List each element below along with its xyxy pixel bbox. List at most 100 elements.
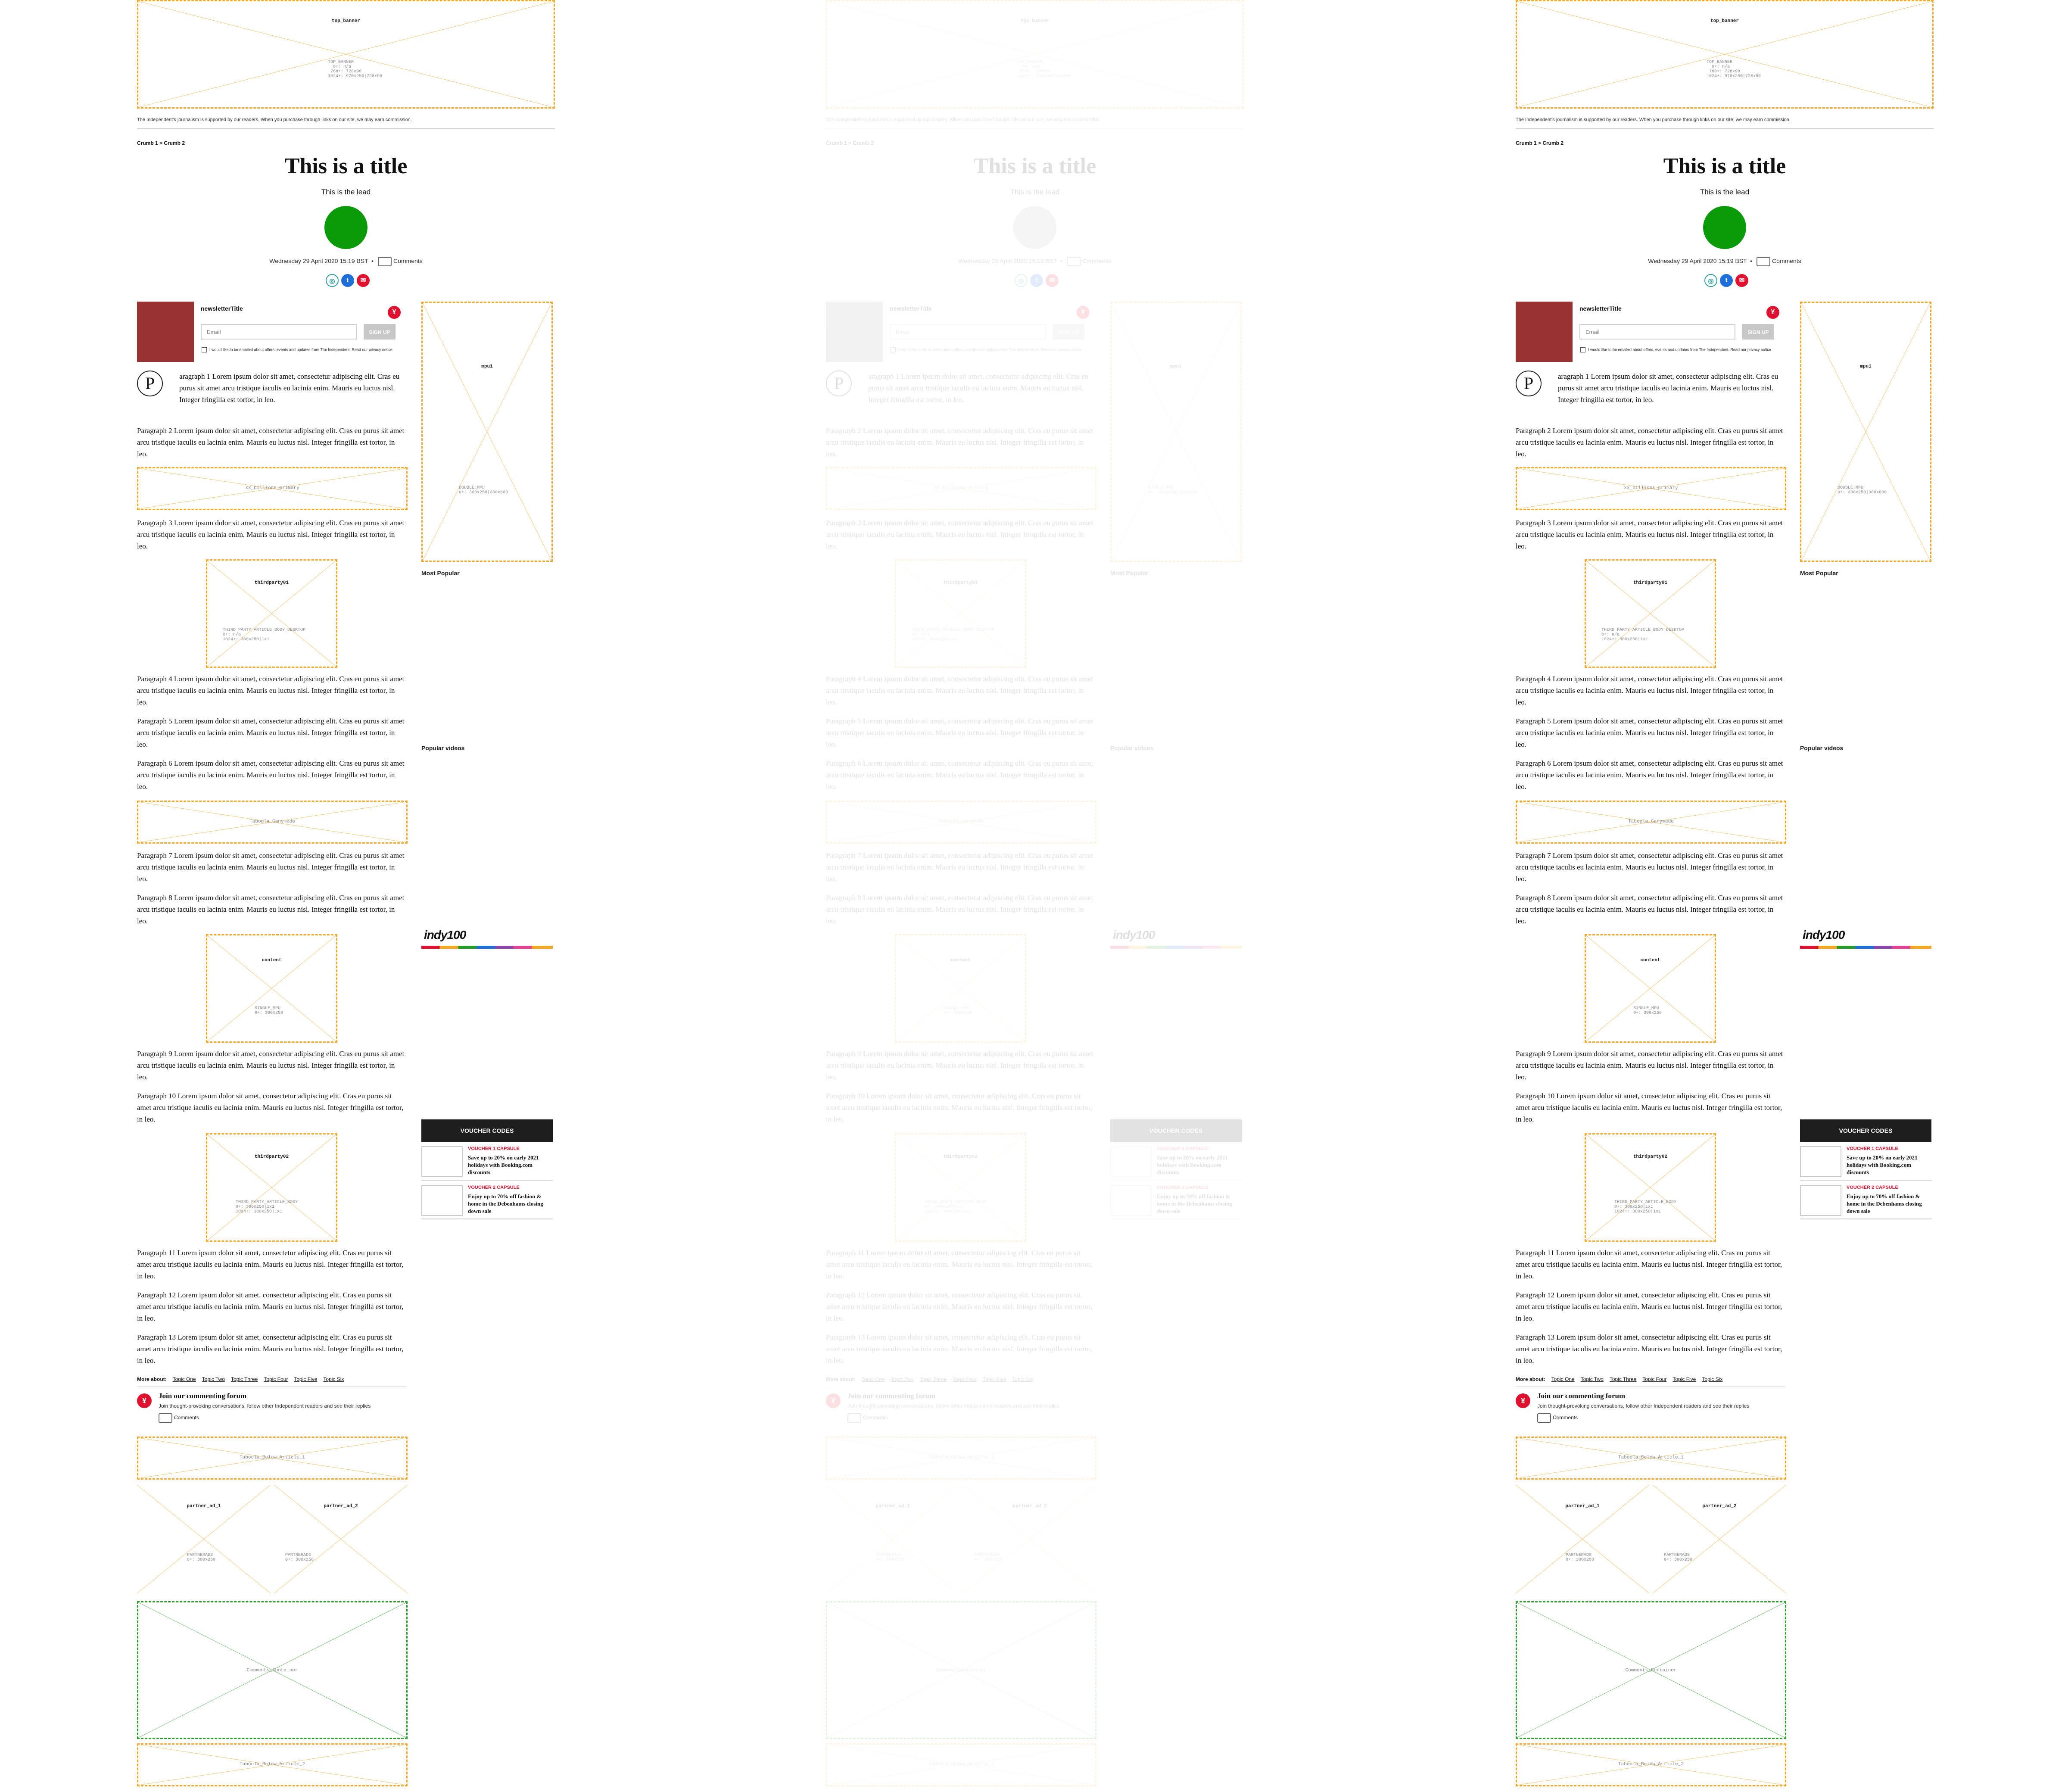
indy100-wordmark: indy100: [424, 928, 466, 941]
email-field[interactable]: [201, 324, 357, 340]
consent-checkbox-row[interactable]: I would like to be emailed about offers,…: [891, 347, 1081, 352]
paragraph: Paragraph 6 Lorem ipsum dolor sit amet, …: [1516, 759, 1783, 791]
breadcrumb[interactable]: Crumb 1 > Crumb 2: [137, 140, 185, 146]
voucher-item[interactable]: VOUCHER 2 CAPSULE Enjoy up to 70% off fas…: [421, 1181, 553, 1219]
voucher-description[interactable]: Save up to 20% on early 2021 holidays wi…: [1157, 1154, 1241, 1176]
voucher-description[interactable]: Enjoy up to 70% off fashion & home in th…: [1157, 1193, 1241, 1215]
topic-link[interactable]: Topic Three: [231, 1376, 258, 1382]
independent-logo-icon: ¥: [1516, 1393, 1530, 1408]
voucher-description[interactable]: Save up to 20% on early 2021 holidays wi…: [1847, 1154, 1931, 1176]
topic-link[interactable]: Topic Three: [920, 1376, 947, 1382]
signup-button[interactable]: SIGN UP: [1053, 324, 1084, 340]
forum-comments-link[interactable]: Comments: [1537, 1413, 1578, 1423]
topic-link[interactable]: Topic Two: [1581, 1376, 1604, 1382]
taboola-ad: Taboola_Below_Article_2: [826, 1743, 1096, 1786]
consent-checkbox[interactable]: [891, 347, 896, 352]
more-about-label: More about:: [1516, 1376, 1545, 1382]
topic-link[interactable]: Topic One: [862, 1376, 885, 1382]
ad-label: top_banner: [1710, 19, 1739, 24]
whatsapp-icon[interactable]: ◎: [1015, 274, 1028, 287]
top-banner-ad: top_banner TOP_BANNER 0+: n/a 768+: 728x9…: [137, 0, 555, 109]
voucher-description[interactable]: Enjoy up to 70% off fashion & home in th…: [1847, 1193, 1931, 1215]
topic-link[interactable]: Topic Six: [323, 1376, 344, 1382]
twitter-icon[interactable]: t: [341, 274, 354, 287]
consent-checkbox[interactable]: [202, 347, 207, 352]
paragraph: Paragraph 6 Lorem ipsum dolor sit amet, …: [826, 759, 1093, 791]
topic-link[interactable]: Topic Two: [891, 1376, 914, 1382]
topic-link[interactable]: Topic Five: [983, 1376, 1006, 1382]
breadcrumb[interactable]: Crumb 1 > Crumb 2: [826, 140, 874, 146]
most-popular-heading: Most Popular: [1110, 570, 1149, 577]
page-lead: This is the lead: [1700, 188, 1750, 196]
topic-link[interactable]: Topic Five: [294, 1376, 317, 1382]
ad-label: thirdparty02: [1633, 1154, 1668, 1159]
voucher-thumbnail: [1800, 1146, 1841, 1177]
ad-label: partner_ad_2: [1012, 1504, 1047, 1509]
topic-link[interactable]: Topic Two: [202, 1376, 225, 1382]
paragraph-text: aragraph 1 Lorem ipsum dolor sit amet, c…: [1558, 372, 1778, 404]
consent-checkbox[interactable]: [1580, 347, 1585, 352]
paragraph: Paragraph 12 Lorem ipsum dolor sit amet,…: [826, 1291, 1093, 1322]
topic-link[interactable]: Topic Four: [264, 1376, 288, 1382]
inline-ad: xx_billions_primary: [137, 467, 408, 510]
comments-icon[interactable]: [378, 257, 392, 266]
email-icon[interactable]: ✉: [1046, 274, 1059, 287]
signup-button[interactable]: SIGN UP: [1742, 324, 1774, 340]
paragraph: Paragraph 7 Lorem ipsum dolor sit amet, …: [1516, 851, 1783, 883]
comments-link[interactable]: Comments: [1082, 258, 1112, 265]
indy100-logo[interactable]: indy100: [421, 928, 553, 949]
comments-icon[interactable]: [1757, 257, 1771, 266]
topic-link[interactable]: Topic Four: [1642, 1376, 1666, 1382]
forum-comments-label: Comments: [863, 1415, 888, 1421]
email-field[interactable]: [890, 324, 1046, 340]
indy100-stripe: [1110, 946, 1242, 949]
forum-subtext: Join thought-provoking conversations, fo…: [159, 1403, 371, 1409]
email-icon[interactable]: ✉: [1735, 274, 1748, 287]
voucher-item[interactable]: VOUCHER 2 CAPSULE Enjoy up to 70% off fas…: [1800, 1181, 1931, 1219]
indy100-logo[interactable]: indy100: [1110, 928, 1242, 949]
voucher-item[interactable]: VOUCHER 2 CAPSULE Enjoy up to 70% off fas…: [1110, 1181, 1242, 1219]
forum-comments-link[interactable]: Comments: [159, 1413, 199, 1423]
topic-link[interactable]: Topic Five: [1672, 1376, 1696, 1382]
comments-link[interactable]: Comments: [393, 258, 423, 265]
indy100-logo[interactable]: indy100: [1800, 928, 1931, 949]
inline-ad: xx_billions_primary: [1516, 467, 1786, 510]
topic-link[interactable]: Topic One: [173, 1376, 196, 1382]
author-avatar[interactable]: [324, 206, 368, 249]
signup-button[interactable]: SIGN UP: [364, 324, 396, 340]
paragraph: Paragraph 2 Lorem ipsum dolor sit amet, …: [826, 427, 1093, 458]
author-avatar[interactable]: [1013, 206, 1056, 249]
voucher-item[interactable]: VOUCHER 1 CAPSULE Save up to 20% on early…: [1800, 1142, 1931, 1181]
whatsapp-icon[interactable]: ◎: [1704, 274, 1717, 287]
topic-link[interactable]: Topic One: [1551, 1376, 1575, 1382]
comments-icon[interactable]: [1067, 257, 1081, 266]
voucher-item[interactable]: VOUCHER 1 CAPSULE Save up to 20% on early…: [421, 1142, 553, 1181]
twitter-icon[interactable]: t: [1720, 274, 1733, 287]
voucher-description[interactable]: Enjoy up to 70% off fashion & home in th…: [468, 1193, 552, 1215]
ad-label: top_banner: [1020, 19, 1049, 24]
topic-link[interactable]: Topic Six: [1012, 1376, 1033, 1382]
publish-date: Wednesday 29 April 2020 15:19 BST: [1648, 257, 1747, 265]
independent-logo-icon: ¥: [1077, 306, 1090, 319]
consent-checkbox-row[interactable]: I would like to be emailed about offers,…: [1580, 347, 1771, 352]
ad-meta: PARTNERADS 0+: 300x250: [285, 1553, 314, 1562]
topic-link[interactable]: Topic Six: [1702, 1376, 1722, 1382]
voucher-thumbnail: [1800, 1185, 1841, 1216]
author-avatar[interactable]: [1703, 206, 1746, 249]
forum-comments-link[interactable]: Comments: [847, 1413, 888, 1423]
newsletter-image: [826, 302, 883, 362]
consent-checkbox-row[interactable]: I would like to be emailed about offers,…: [202, 347, 392, 352]
voucher-description[interactable]: Save up to 20% on early 2021 holidays wi…: [468, 1154, 552, 1176]
independent-logo-icon: ¥: [826, 1393, 841, 1408]
twitter-icon[interactable]: t: [1030, 274, 1043, 287]
topic-link[interactable]: Topic Four: [953, 1376, 977, 1382]
email-field[interactable]: [1579, 324, 1735, 340]
breadcrumb[interactable]: Crumb 1 > Crumb 2: [1516, 140, 1563, 146]
comments-link[interactable]: Comments: [1772, 258, 1801, 265]
paragraph: Paragraph 2 Lorem ipsum dolor sit amet, …: [137, 427, 405, 458]
voucher-item[interactable]: VOUCHER 1 CAPSULE Save up to 20% on early…: [1110, 1142, 1242, 1181]
whatsapp-icon[interactable]: ◎: [326, 274, 339, 287]
topic-link[interactable]: Topic Three: [1610, 1376, 1636, 1382]
email-icon[interactable]: ✉: [357, 274, 370, 287]
divider: [137, 128, 555, 129]
